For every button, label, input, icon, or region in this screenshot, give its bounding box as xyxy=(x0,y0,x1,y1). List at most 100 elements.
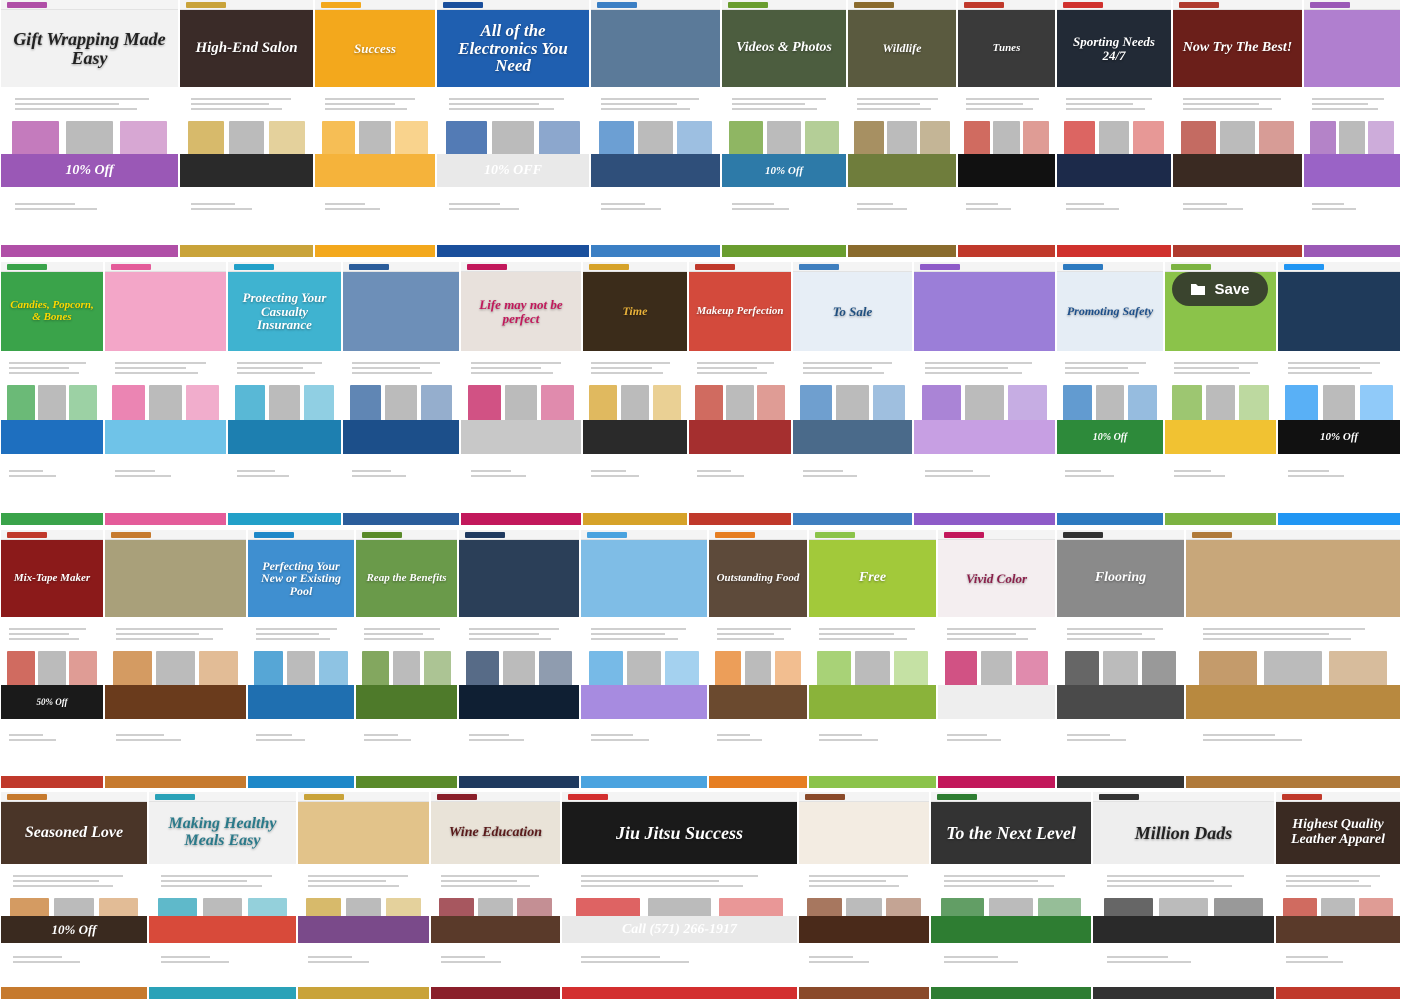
site-nav xyxy=(1,530,103,540)
website-thumbnail[interactable]: Million Dads xyxy=(1093,792,1274,999)
website-thumbnail[interactable]: Wine Education xyxy=(431,792,560,999)
website-thumbnail[interactable]: High-End Salon xyxy=(180,0,313,257)
contact-section xyxy=(601,200,709,213)
hero-banner: Protecting Your Casualty Insurance xyxy=(228,272,341,351)
hero-banner: Makeup Perfection xyxy=(689,272,791,351)
promo-band: Call (571) 266-1917 xyxy=(562,916,797,943)
website-thumbnail[interactable]: Now Try The Best! xyxy=(1173,0,1302,257)
website-thumbnail[interactable]: Time xyxy=(583,262,687,525)
site-nav xyxy=(799,792,929,802)
site-footer xyxy=(583,513,687,525)
website-thumbnail[interactable] xyxy=(343,262,459,525)
website-thumbnail[interactable] xyxy=(105,262,226,525)
website-thumbnail[interactable]: Candies, Popcorn, & Bones xyxy=(1,262,103,525)
contact-section xyxy=(364,731,449,744)
promo-band xyxy=(689,420,791,454)
website-thumbnail[interactable] xyxy=(591,0,720,257)
site-nav xyxy=(1278,262,1400,272)
website-thumbnail[interactable]: Sporting Needs 24/7 xyxy=(1057,0,1171,257)
website-thumbnail[interactable]: Vivid Color xyxy=(938,530,1055,788)
website-thumbnail[interactable]: Protecting Your Casualty Insurance xyxy=(228,262,341,525)
website-thumbnail[interactable]: All of the Electronics You Need 10% OFF xyxy=(437,0,589,257)
website-thumbnail[interactable]: Makeup Perfection xyxy=(689,262,791,525)
website-thumbnail[interactable]: Success xyxy=(315,0,435,257)
hero-headline: To the Next Level xyxy=(946,822,1076,843)
site-nav xyxy=(1,262,103,272)
promo-band xyxy=(105,420,226,454)
site-logo xyxy=(815,532,855,538)
website-thumbnail[interactable] xyxy=(298,792,429,999)
website-thumbnail[interactable]: Life may not be perfect xyxy=(461,262,581,525)
website-thumbnail[interactable]: Flooring xyxy=(1057,530,1184,788)
promo-band xyxy=(459,685,579,719)
hero-headline: Success xyxy=(354,40,396,56)
promo-band xyxy=(1057,685,1184,719)
site-logo xyxy=(7,264,47,270)
hero-banner xyxy=(581,540,707,617)
site-nav xyxy=(1,0,178,10)
body-copy xyxy=(190,95,303,113)
contact-section xyxy=(925,467,1043,480)
body-copy xyxy=(1067,625,1174,643)
contact-section xyxy=(802,467,903,480)
website-thumbnail[interactable] xyxy=(581,530,707,788)
website-thumbnail[interactable] xyxy=(914,262,1055,525)
feature-images xyxy=(362,651,451,687)
site-footer xyxy=(1,513,103,525)
website-thumbnail[interactable]: Free xyxy=(809,530,936,788)
promo-band xyxy=(343,420,459,454)
site-footer xyxy=(848,245,956,257)
body-copy xyxy=(9,359,95,377)
hero-banner: Gift Wrapping Made Easy xyxy=(1,10,178,87)
website-thumbnail[interactable]: Outstanding Food xyxy=(709,530,807,788)
website-thumbnail[interactable]: 10% Off xyxy=(1278,262,1400,525)
feature-images xyxy=(7,385,97,422)
site-logo xyxy=(349,264,389,270)
website-thumbnail[interactable]: Tunes xyxy=(958,0,1055,257)
website-thumbnail[interactable] xyxy=(1186,530,1400,788)
website-thumbnail[interactable] xyxy=(1304,0,1400,257)
website-thumbnail[interactable]: Videos & Photos 10% Off xyxy=(722,0,846,257)
website-thumbnail[interactable]: Mix-Tape Maker 50% Off xyxy=(1,530,103,788)
site-footer xyxy=(938,776,1055,788)
website-thumbnail[interactable]: Gift Wrapping Made Easy 10% Off xyxy=(1,0,178,257)
site-logo xyxy=(234,264,274,270)
website-thumbnail[interactable]: Reap the Benefits xyxy=(356,530,457,788)
site-nav xyxy=(848,0,956,10)
feature-images xyxy=(922,385,1047,422)
promo-band xyxy=(1,420,103,454)
body-copy xyxy=(308,872,418,890)
contact-section xyxy=(114,467,217,480)
contact-section xyxy=(856,200,948,213)
hero-banner: Tunes xyxy=(958,10,1055,87)
website-thumbnail[interactable]: Highest Quality Leather Apparel xyxy=(1276,792,1400,999)
site-logo xyxy=(155,794,195,800)
hero-headline: Making Healthy Meals Easy xyxy=(168,815,277,849)
feature-images xyxy=(466,651,572,687)
hero-banner: Vivid Color xyxy=(938,540,1055,617)
save-button-label: Save xyxy=(1214,280,1250,298)
website-thumbnail[interactable]: To the Next Level xyxy=(931,792,1091,999)
folder-icon xyxy=(1191,284,1206,295)
hero-banner xyxy=(298,802,429,864)
website-thumbnail[interactable]: Making Healthy Meals Easy xyxy=(149,792,296,999)
website-thumbnail[interactable]: Seasoned Love 10% Off xyxy=(1,792,147,999)
website-thumbnail[interactable]: Wildlife xyxy=(848,0,956,257)
body-copy xyxy=(364,625,449,643)
contact-section xyxy=(352,467,449,480)
website-thumbnail[interactable]: Promoting Safety 10% Off xyxy=(1057,262,1163,525)
hero-banner: Jiu Jitsu Success xyxy=(562,802,797,864)
website-thumbnail[interactable] xyxy=(799,792,929,999)
site-footer xyxy=(1186,776,1400,788)
website-thumbnail[interactable]: Jiu Jitsu Success Call (571) 266-1917 xyxy=(562,792,797,999)
site-logo xyxy=(854,2,894,8)
save-button[interactable]: Save xyxy=(1172,272,1268,306)
body-copy xyxy=(160,872,285,890)
feature-images xyxy=(816,651,929,687)
feature-images xyxy=(1285,385,1393,422)
promo-text: 10% Off xyxy=(51,921,97,937)
website-thumbnail[interactable]: To Sale xyxy=(793,262,912,525)
website-thumbnail[interactable] xyxy=(459,530,579,788)
website-thumbnail[interactable]: Perfecting Your New or Existing Pool xyxy=(248,530,354,788)
website-thumbnail[interactable] xyxy=(105,530,246,788)
